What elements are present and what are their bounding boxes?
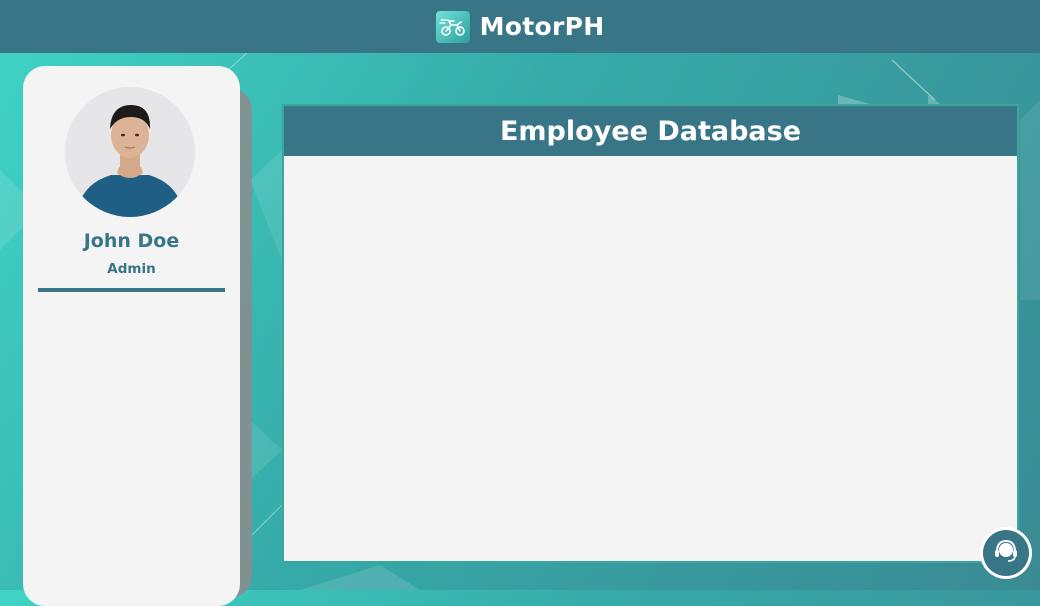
panel-title: Employee Database: [284, 106, 1017, 156]
sidebar: John Doe Admin: [23, 66, 240, 606]
headset-support-icon: [992, 537, 1020, 569]
user-avatar[interactable]: [65, 87, 195, 217]
motorcycle-logo-icon: [435, 10, 470, 43]
brand: MotorPH: [435, 10, 605, 43]
app-title: MotorPH: [479, 12, 605, 41]
support-button[interactable]: [983, 530, 1029, 576]
user-name: John Doe: [83, 230, 180, 252]
sidebar-divider: [38, 288, 225, 292]
user-role: Admin: [107, 261, 156, 277]
employee-database-panel: Employee Database: [282, 104, 1019, 563]
top-bar: MotorPH: [0, 0, 1040, 53]
